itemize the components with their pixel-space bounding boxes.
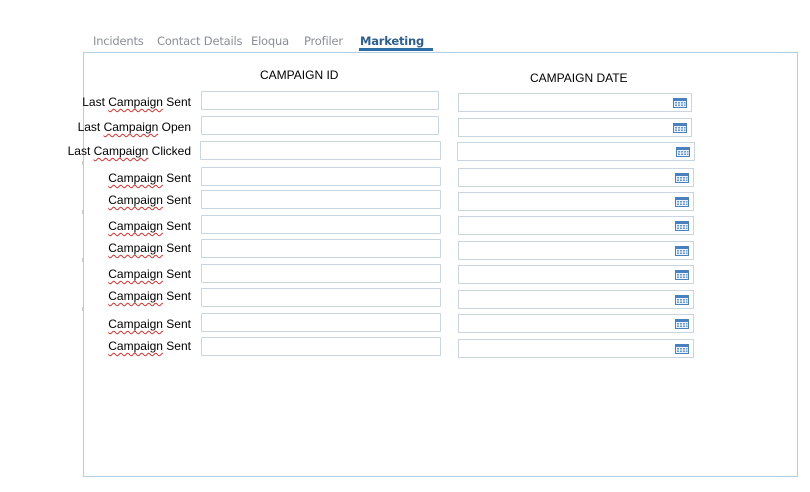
campaign-id-input[interactable] <box>201 337 441 356</box>
calendar-icon[interactable] <box>675 319 689 329</box>
tab-marketing[interactable]: Marketing <box>359 34 433 51</box>
tab-contact-details[interactable]: Contact Details <box>157 34 242 48</box>
tab-marketing-label: Marketing <box>360 34 425 48</box>
calendar-icon[interactable] <box>676 147 690 157</box>
label-suffix: Sent <box>162 289 191 303</box>
label-suffix: Open <box>158 120 191 134</box>
label-suffix: Sent <box>162 317 191 331</box>
label-word: Campaign <box>108 267 163 281</box>
campaign-date-input[interactable] <box>458 168 694 187</box>
campaign-date-input[interactable] <box>457 142 695 161</box>
label-word: Campaign <box>108 193 163 207</box>
label-suffix: Clicked <box>148 144 191 158</box>
campaign-date-input[interactable] <box>458 241 694 260</box>
label-prefix: Last <box>82 95 109 109</box>
campaign-date-input[interactable] <box>458 192 694 211</box>
campaign-date-header: CAMPAIGN DATE <box>530 71 628 85</box>
calendar-icon[interactable] <box>675 246 689 256</box>
calendar-icon[interactable] <box>673 98 687 108</box>
label-word: Campaign <box>108 339 163 353</box>
tab-incidents[interactable]: Incidents <box>93 34 144 48</box>
campaign-id-input[interactable] <box>201 288 441 307</box>
label-word: Campaign <box>108 289 163 303</box>
campaign-id-input[interactable] <box>200 141 441 160</box>
campaign-date-input[interactable] <box>458 93 692 112</box>
field-label: Last Campaign Clicked <box>68 144 191 158</box>
panel-border-tick <box>82 258 84 262</box>
field-label: Campaign Sent <box>108 171 191 185</box>
tab-eloqua[interactable]: Eloqua <box>251 34 289 48</box>
calendar-icon[interactable] <box>675 295 689 305</box>
label-word: Campaign <box>103 120 159 134</box>
calendar-icon[interactable] <box>675 197 689 207</box>
calendar-icon[interactable] <box>675 221 689 231</box>
field-label: Last Campaign Sent <box>82 95 191 109</box>
campaign-id-input[interactable] <box>201 91 439 110</box>
label-suffix: Sent <box>162 95 191 109</box>
field-label: Campaign Sent <box>108 241 191 255</box>
campaign-id-input[interactable] <box>201 190 441 209</box>
calendar-icon[interactable] <box>675 344 689 354</box>
field-label: Campaign Sent <box>108 267 191 281</box>
field-label: Campaign Sent <box>108 193 191 207</box>
label-word: Campaign <box>108 317 163 331</box>
label-word: Campaign <box>108 219 163 233</box>
field-label: Campaign Sent <box>108 317 191 331</box>
campaign-id-input[interactable] <box>201 264 441 283</box>
field-label: Campaign Sent <box>108 339 191 353</box>
panel-border-tick <box>82 210 84 214</box>
label-word: Campaign <box>108 171 163 185</box>
campaign-id-input[interactable] <box>201 313 441 332</box>
calendar-icon[interactable] <box>673 123 687 133</box>
campaign-id-input[interactable] <box>201 239 441 258</box>
panel-border-tick <box>82 161 84 165</box>
label-suffix: Sent <box>162 339 191 353</box>
campaign-id-input[interactable] <box>201 116 439 135</box>
tab-profiler[interactable]: Profiler <box>304 34 343 48</box>
field-label: Campaign Sent <box>108 289 191 303</box>
panel-border-tick <box>82 307 84 311</box>
label-suffix: Sent <box>162 219 191 233</box>
label-word: Campaign <box>108 95 163 109</box>
calendar-icon[interactable] <box>675 173 689 183</box>
campaign-id-input[interactable] <box>201 167 441 186</box>
campaign-date-input[interactable] <box>458 314 694 333</box>
label-prefix: Last <box>67 144 94 158</box>
campaign-date-input[interactable] <box>458 265 694 284</box>
label-suffix: Sent <box>162 193 191 207</box>
label-suffix: Sent <box>162 171 191 185</box>
campaign-date-input[interactable] <box>458 118 692 137</box>
label-prefix: Last <box>77 120 104 134</box>
campaign-id-input[interactable] <box>201 215 441 234</box>
calendar-icon[interactable] <box>675 270 689 280</box>
campaign-date-input[interactable] <box>458 339 694 358</box>
campaign-id-header: CAMPAIGN ID <box>260 68 339 82</box>
label-word: Campaign <box>93 144 149 158</box>
active-tab-indicator <box>359 48 433 51</box>
campaign-date-input[interactable] <box>458 290 694 309</box>
campaign-date-input[interactable] <box>458 216 694 235</box>
field-label: Last Campaign Open <box>78 120 191 134</box>
label-suffix: Sent <box>162 241 191 255</box>
field-label: Campaign Sent <box>108 219 191 233</box>
label-suffix: Sent <box>162 267 191 281</box>
label-word: Campaign <box>108 241 163 255</box>
